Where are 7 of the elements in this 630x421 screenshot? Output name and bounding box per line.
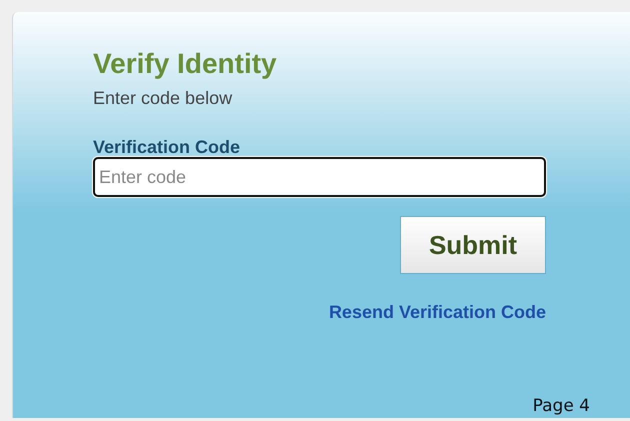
submit-button[interactable]: Submit <box>400 216 546 274</box>
page-number: Page 4 <box>532 396 590 416</box>
field-label: Verification Code <box>93 137 242 157</box>
resend-link[interactable]: Resend Verification Code <box>328 302 546 323</box>
code-input-field[interactable]: Enter code <box>93 157 546 197</box>
form-subtitle: Enter code below <box>93 88 234 109</box>
form-title: Verify Identity <box>93 47 278 81</box>
